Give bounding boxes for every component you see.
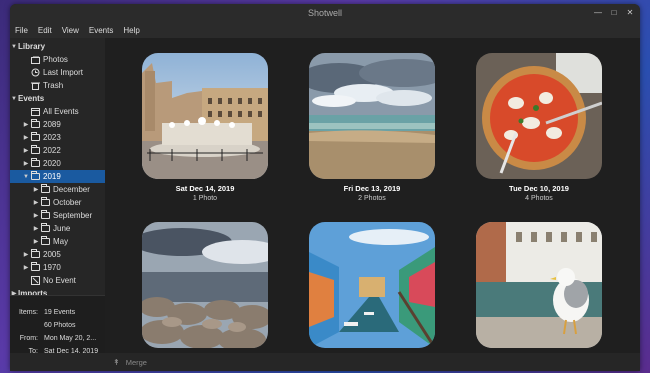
photos-icon	[30, 56, 40, 64]
window-title: Shotwell	[307, 8, 343, 18]
event-thumbnail[interactable]	[309, 222, 435, 348]
info-from: From: Mon May 20, 2...	[19, 335, 97, 342]
info-photos: 60 Photos	[44, 322, 76, 329]
sidebar: ▼ Library Photos Last Import Trash ▼ Eve…	[10, 38, 117, 298]
menu-file[interactable]: File	[10, 26, 33, 35]
expand-arrow-icon[interactable]: ▼	[10, 96, 18, 102]
event-date: Sat Dec 14, 2019	[175, 184, 235, 193]
event-thumbnail[interactable]	[142, 222, 268, 348]
events-icon	[30, 108, 40, 116]
expand-arrow-icon[interactable]: ▶	[32, 199, 40, 206]
sidebar-item-label: No Event	[43, 276, 76, 285]
events-label: Events	[18, 94, 45, 103]
sidebar-footer	[10, 353, 105, 371]
sidebar-item-label: October	[53, 198, 82, 207]
sidebar-item-year-2089[interactable]: ▶ 2089	[10, 118, 117, 131]
events-grid: Sat Dec 14, 2019 1 Photo Fri Dec 13, 201…	[105, 38, 640, 353]
expand-arrow-icon[interactable]: ▶	[32, 186, 40, 193]
menu-view[interactable]: View	[57, 26, 84, 35]
sidebar-item-year-2023[interactable]: ▶ 2023	[10, 131, 117, 144]
sidebar-library-header[interactable]: ▼ Library	[10, 40, 105, 53]
expand-arrow-icon[interactable]: ▶	[22, 121, 30, 128]
close-icon[interactable]: ✕	[624, 7, 636, 19]
sidebar-item-label: Photos	[43, 55, 68, 64]
info-pane: Items: 19 Events 60 Photos From: Mon May…	[10, 295, 105, 355]
merge-icon[interactable]: ↟	[113, 358, 120, 367]
sidebar-item-label: 2089	[43, 120, 61, 129]
expand-arrow-icon[interactable]: ▶	[22, 251, 30, 258]
event-thumbnail[interactable]	[142, 53, 268, 179]
expand-arrow-icon[interactable]: ▶	[22, 147, 30, 154]
collapse-arrow-icon[interactable]: ▼	[22, 174, 30, 180]
folder-icon	[40, 223, 50, 233]
sidebar-item-year-1970[interactable]: ▶ 1970	[10, 261, 117, 274]
sidebar-item-label: 2020	[43, 159, 61, 168]
sidebar-item-label: May	[53, 237, 69, 246]
sidebar-item-label: Trash	[43, 81, 64, 90]
sidebar-events-header[interactable]: ▼ Events	[10, 92, 105, 105]
maximize-icon[interactable]: □	[608, 7, 620, 19]
folder-icon	[30, 145, 40, 155]
merge-button[interactable]: Merge	[126, 358, 147, 367]
app-window: Shotwell — □ ✕ File Edit View Events Hel…	[10, 4, 640, 371]
sidebar-item-year-2019[interactable]: ▼ 2019	[10, 170, 117, 183]
sidebar-item-label: September	[53, 211, 93, 220]
event-thumbnail[interactable]	[476, 222, 602, 348]
folder-icon	[40, 184, 50, 194]
sidebar-item-year-2005[interactable]: ▶ 2005	[10, 248, 117, 261]
expand-arrow-icon[interactable]: ▶	[32, 238, 40, 245]
menu-bar: File Edit View Events Help	[10, 22, 640, 39]
sidebar-item-year-2020[interactable]: ▶ 2020	[10, 157, 117, 170]
menu-help[interactable]: Help	[118, 26, 144, 35]
sidebar-item-label: 2022	[43, 146, 61, 155]
event-date: Fri Dec 13, 2019	[343, 184, 401, 193]
info-items: Items: 19 Events	[18, 309, 76, 316]
folder-icon	[40, 210, 50, 220]
expand-arrow-icon[interactable]: ▶	[22, 264, 30, 271]
sidebar-item-label: 2005	[43, 250, 61, 259]
expand-arrow-icon[interactable]: ▼	[10, 44, 18, 50]
event-thumbnail[interactable]	[309, 53, 435, 179]
sidebar-item-label: December	[53, 185, 90, 194]
sidebar-item-year-2022[interactable]: ▶ 2022	[10, 144, 117, 157]
folder-icon	[40, 197, 50, 207]
sidebar-item-label: June	[53, 224, 71, 233]
expand-arrow-icon[interactable]: ▶	[32, 225, 40, 232]
folder-icon	[30, 158, 40, 168]
menu-events[interactable]: Events	[84, 26, 118, 35]
folder-icon	[30, 262, 40, 272]
sidebar-item-label: 2019	[43, 172, 61, 181]
sidebar-item-label: 1970	[43, 263, 61, 272]
event-date: Tue Dec 10, 2019	[509, 184, 569, 193]
expand-arrow-icon[interactable]: ▶	[22, 160, 30, 167]
folder-icon	[30, 119, 40, 129]
event-count: 2 Photos	[358, 195, 386, 202]
menu-edit[interactable]: Edit	[33, 26, 57, 35]
sidebar-item-label: All Events	[43, 107, 79, 116]
sidebar-item-label: Last Import	[43, 68, 84, 77]
title-bar: Shotwell — □ ✕	[10, 4, 640, 22]
no-event-icon	[30, 276, 40, 285]
event-thumbnail[interactable]	[476, 53, 602, 179]
expand-arrow-icon[interactable]: ▶	[32, 212, 40, 219]
event-count: 4 Photos	[525, 195, 553, 202]
bottom-toolbar: ↟ Merge	[105, 353, 640, 371]
expand-arrow-icon[interactable]: ▶	[22, 134, 30, 141]
event-count: 1 Photo	[192, 195, 218, 202]
minimize-icon[interactable]: —	[592, 7, 604, 19]
last-import-icon	[30, 68, 40, 77]
folder-icon	[30, 132, 40, 142]
folder-icon	[30, 171, 40, 181]
folder-icon	[40, 236, 50, 246]
sidebar-item-label: 2023	[43, 133, 61, 142]
library-label: Library	[18, 42, 46, 51]
trash-icon	[30, 82, 40, 90]
folder-icon	[30, 249, 40, 259]
